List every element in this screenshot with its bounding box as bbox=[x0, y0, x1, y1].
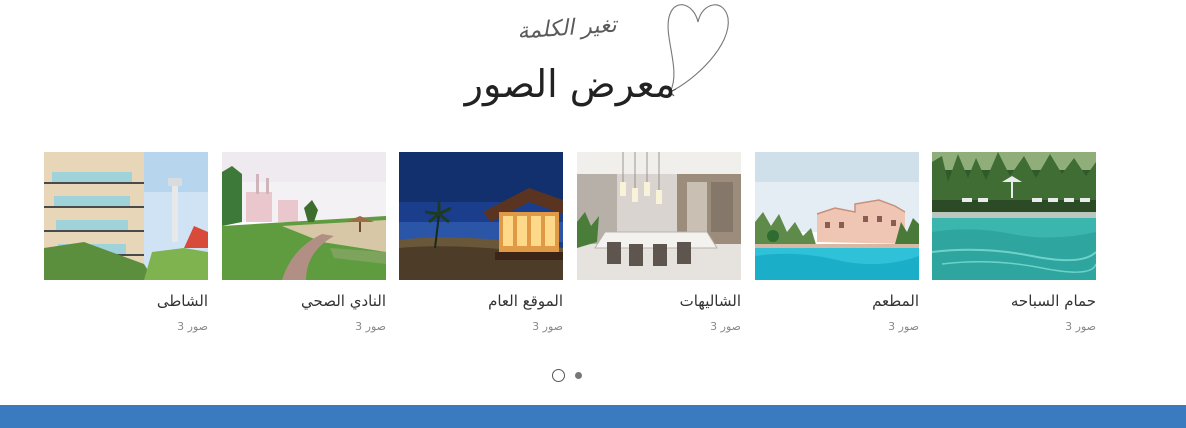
card-photo-count: صور 3 bbox=[355, 320, 386, 333]
swimming-pool-photo[interactable] bbox=[932, 152, 1096, 280]
card-photo-count: صور 3 bbox=[710, 320, 741, 333]
gallery-card[interactable]: المطعم صور 3 bbox=[755, 152, 919, 342]
card-title[interactable]: المطعم bbox=[755, 292, 919, 310]
gallery-carousel: حمام السباحه صور 3 المطعم صور 3 الشاليها… bbox=[44, 152, 1100, 342]
pagination-dot-2[interactable] bbox=[575, 372, 582, 379]
card-title[interactable]: الشاليهات bbox=[577, 292, 741, 310]
beach-chalets-photo[interactable] bbox=[44, 152, 208, 280]
pagination-dot-1[interactable] bbox=[552, 369, 565, 382]
gallery-card[interactable]: حمام السباحه صور 3 bbox=[932, 152, 1096, 342]
health-club-photo[interactable] bbox=[222, 152, 386, 280]
gallery-section: تغير الكلمة معرض الصور حمام السباحه صور … bbox=[0, 0, 1186, 428]
card-title[interactable]: حمام السباحه bbox=[932, 292, 1096, 310]
section-title: معرض الصور bbox=[464, 62, 676, 106]
card-title[interactable]: الموقع العام bbox=[399, 292, 563, 310]
chalets-interior-photo[interactable] bbox=[577, 152, 741, 280]
card-title[interactable]: الشاطى bbox=[44, 292, 208, 310]
carousel-pagination bbox=[552, 369, 592, 383]
card-photo-count: صور 3 bbox=[177, 320, 208, 333]
card-photo-count: صور 3 bbox=[888, 320, 919, 333]
site-night-photo[interactable] bbox=[399, 152, 563, 280]
gallery-card[interactable]: الموقع العام صور 3 bbox=[399, 152, 563, 342]
restaurant-pool-photo[interactable] bbox=[755, 152, 919, 280]
gallery-card[interactable]: النادي الصحي صور 3 bbox=[222, 152, 386, 342]
card-title[interactable]: النادي الصحي bbox=[222, 292, 386, 310]
card-photo-count: صور 3 bbox=[532, 320, 563, 333]
footer-band bbox=[0, 405, 1186, 428]
section-subtitle: تغير الكلمة bbox=[516, 12, 618, 45]
card-photo-count: صور 3 bbox=[1065, 320, 1096, 333]
gallery-card[interactable]: الشاطى صور 3 bbox=[44, 152, 208, 342]
gallery-card[interactable]: الشاليهات صور 3 bbox=[577, 152, 741, 342]
section-header: تغير الكلمة معرض الصور bbox=[0, 0, 1186, 128]
